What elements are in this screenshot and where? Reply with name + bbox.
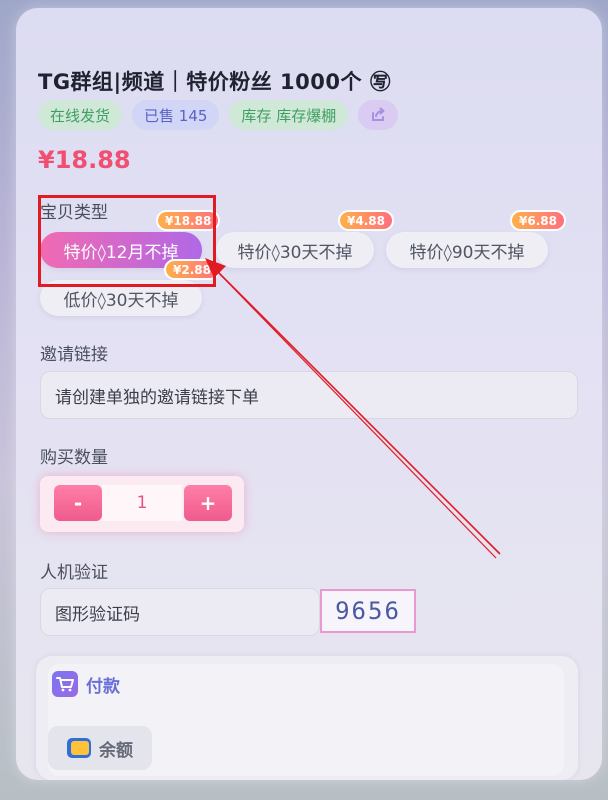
- sold-tag: 已售 145: [132, 100, 220, 130]
- captcha-input[interactable]: 图形验证码: [40, 588, 320, 636]
- payment-title: 付款: [86, 676, 120, 697]
- type-option-90d[interactable]: 特价◊90天不掉: [386, 232, 548, 268]
- balance-label: 余额: [99, 740, 133, 761]
- invite-label: 邀请链接: [40, 345, 108, 365]
- product-tags: 在线发货 已售 145 库存 库存爆棚: [38, 100, 399, 130]
- share-button[interactable]: [358, 100, 399, 130]
- decrease-button[interactable]: -: [54, 485, 102, 521]
- product-title: TG群组|频道｜特价粉丝 1000个 ㊢: [38, 70, 392, 94]
- balance-pay-button[interactable]: 余额: [48, 726, 152, 770]
- wallet-icon: [67, 738, 91, 758]
- payment-header: 付款: [52, 671, 120, 697]
- quantity-label: 购买数量: [40, 448, 108, 468]
- cart-icon: [52, 671, 78, 697]
- captcha-image[interactable]: 9656: [320, 589, 416, 633]
- share-icon: [372, 107, 385, 121]
- invite-link-input[interactable]: 请创建单独的邀请链接下单: [40, 371, 578, 419]
- quantity-value[interactable]: 1: [102, 485, 182, 521]
- increase-button[interactable]: +: [184, 485, 232, 521]
- stock-tag: 库存 库存爆棚: [229, 100, 349, 130]
- annotation-highlight-box: [38, 195, 216, 287]
- delivery-tag: 在线发货: [38, 100, 123, 130]
- product-price: ¥18.88: [38, 146, 131, 174]
- price-badge-90d: ¥6.88: [510, 210, 566, 231]
- price-badge-30d: ¥4.88: [338, 210, 394, 231]
- captcha-label: 人机验证: [40, 563, 108, 583]
- quantity-stepper: - 1 +: [40, 476, 244, 532]
- type-option-30d[interactable]: 特价◊30天不掉: [216, 232, 374, 268]
